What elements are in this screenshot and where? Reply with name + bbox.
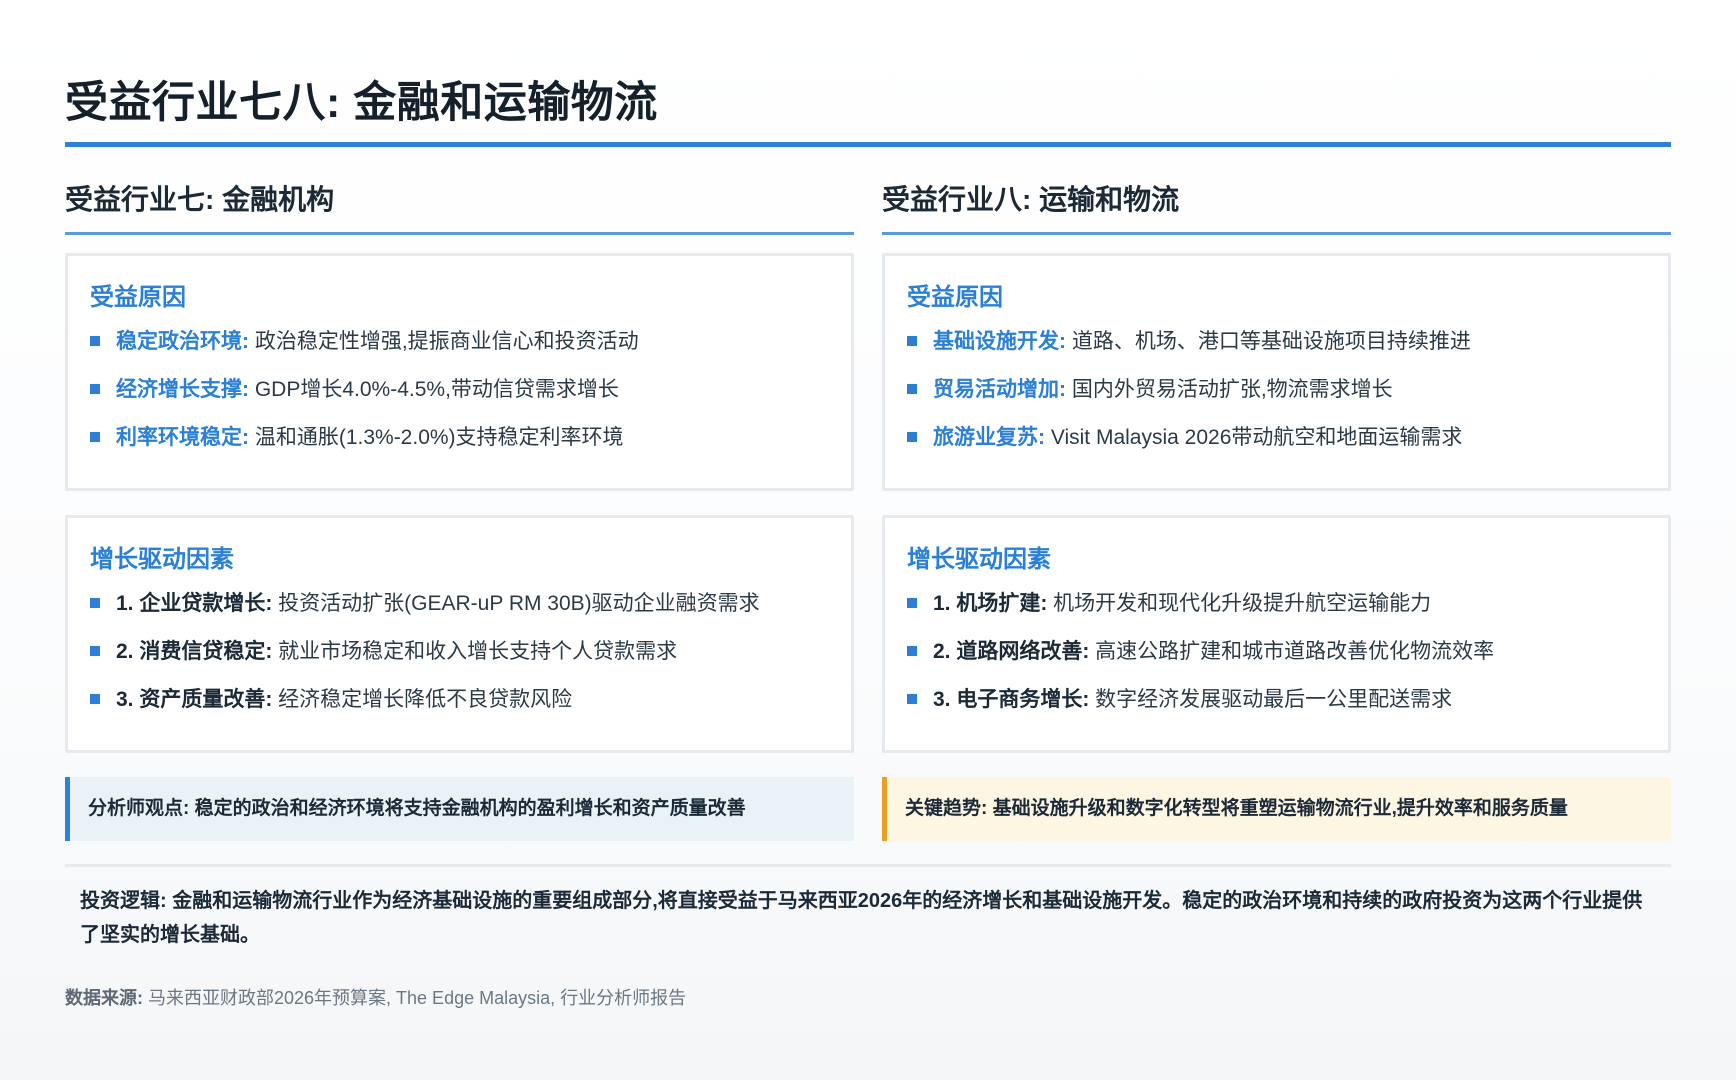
item-text: 政治稳定性增强,提振商业信心和投资活动: [249, 330, 639, 353]
item-key: 3. 电子商务增长:: [933, 688, 1090, 711]
left-reasons-list: 稳定政治环境: 政治稳定性增强,提振商业信心和投资活动 经济增长支撑: GDP增…: [90, 324, 829, 468]
data-source-label: 数据来源:: [65, 988, 143, 1008]
right-drivers-list: 1. 机场扩建: 机场开发和现代化升级提升航空运输能力 2. 道路网络改善: 高…: [907, 586, 1646, 730]
item-text: 温和通胀(1.3%-2.0%)支持稳定利率环境: [249, 426, 624, 449]
right-reasons-list: 基础设施开发: 道路、机场、港口等基础设施项目持续推进 贸易活动增加: 国内外贸…: [907, 324, 1646, 468]
item-text: 道路、机场、港口等基础设施项目持续推进: [1066, 330, 1471, 353]
list-item: 经济增长支撑: GDP增长4.0%-4.5%,带动信贷需求增长: [90, 372, 829, 420]
bullet-square-icon: [907, 336, 917, 346]
item-text: 国内外贸易活动扩张,物流需求增长: [1066, 378, 1393, 401]
key-trend-callout: 关键趋势: 基础设施升级和数字化转型将重塑运输物流行业,提升效率和服务质量: [882, 777, 1671, 841]
left-drivers-list: 1. 企业贷款增长: 投资活动扩张(GEAR-uP RM 30B)驱动企业融资需…: [90, 586, 829, 730]
analyst-view-callout: 分析师观点: 稳定的政治和经济环境将支持金融机构的盈利增长和资产质量改善: [65, 777, 854, 841]
bullet-square-icon: [90, 432, 100, 442]
right-column-heading: 受益行业八: 运输和物流: [882, 184, 1180, 215]
data-source: 数据来源: 马来西亚财政部2026年预算案, The Edge Malaysia…: [65, 984, 686, 1010]
right-drivers-title: 增长驱动因素: [907, 546, 1051, 573]
list-item: 1. 企业贷款增长: 投资活动扩张(GEAR-uP RM 30B)驱动企业融资需…: [90, 586, 829, 634]
data-source-text: 马来西亚财政部2026年预算案, The Edge Malaysia, 行业分析…: [143, 988, 687, 1008]
bullet-square-icon: [907, 694, 917, 704]
bullet-square-icon: [90, 694, 100, 704]
report-page: 受益行业七八: 金融和运输物流 受益行业七: 金融机构 受益原因 稳定政治环境:…: [0, 0, 1736, 1080]
page-title: 受益行业七八: 金融和运输物流: [65, 79, 658, 127]
bullet-square-icon: [907, 598, 917, 608]
left-column-rule: [65, 232, 854, 235]
item-key: 利率环境稳定:: [116, 426, 249, 449]
item-key: 贸易活动增加:: [933, 378, 1066, 401]
list-item: 稳定政治环境: 政治稳定性增强,提振商业信心和投资活动: [90, 324, 829, 372]
left-drivers-card: 增长驱动因素 1. 企业贷款增长: 投资活动扩张(GEAR-uP RM 30B)…: [65, 515, 854, 753]
item-key: 2. 道路网络改善:: [933, 640, 1090, 663]
item-key: 2. 消费信贷稳定:: [116, 640, 273, 663]
item-key: 1. 机场扩建:: [933, 592, 1048, 615]
bullet-square-icon: [907, 646, 917, 656]
bullet-square-icon: [90, 384, 100, 394]
list-item: 3. 电子商务增长: 数字经济发展驱动最后一公里配送需求: [907, 682, 1646, 730]
investment-logic: 投资逻辑: 金融和运输物流行业作为经济基础设施的重要组成部分,将直接受益于马来西…: [80, 890, 1643, 946]
item-key: 稳定政治环境:: [116, 330, 249, 353]
left-column-heading: 受益行业七: 金融机构: [65, 184, 335, 215]
item-text: 经济稳定增长降低不良贷款风险: [272, 688, 573, 711]
item-key: 基础设施开发:: [933, 330, 1066, 353]
list-item: 贸易活动增加: 国内外贸易活动扩张,物流需求增长: [907, 372, 1646, 420]
right-reasons-title: 受益原因: [907, 284, 1003, 311]
title-rule: [65, 142, 1671, 147]
bullet-square-icon: [907, 432, 917, 442]
list-item: 旅游业复苏: Visit Malaysia 2026带动航空和地面运输需求: [907, 420, 1646, 468]
right-column-rule: [882, 232, 1671, 235]
item-key: 旅游业复苏:: [933, 426, 1045, 449]
bullet-square-icon: [907, 384, 917, 394]
left-reasons-card: 受益原因 稳定政治环境: 政治稳定性增强,提振商业信心和投资活动 经济增长支撑:…: [65, 253, 854, 491]
bullet-square-icon: [90, 336, 100, 346]
item-key: 1. 企业贷款增长:: [116, 592, 273, 615]
bullet-square-icon: [90, 598, 100, 608]
item-text: Visit Malaysia 2026带动航空和地面运输需求: [1045, 426, 1463, 449]
item-key: 3. 资产质量改善:: [116, 688, 273, 711]
right-column: 受益行业八: 运输和物流 受益原因 基础设施开发: 道路、机场、港口等基础设施项…: [882, 180, 1671, 841]
left-column: 受益行业七: 金融机构 受益原因 稳定政治环境: 政治稳定性增强,提振商业信心和…: [65, 180, 854, 841]
list-item: 2. 道路网络改善: 高速公路扩建和城市道路改善优化物流效率: [907, 634, 1646, 682]
list-item: 基础设施开发: 道路、机场、港口等基础设施项目持续推进: [907, 324, 1646, 372]
left-drivers-title: 增长驱动因素: [90, 546, 234, 573]
item-text: 数字经济发展驱动最后一公里配送需求: [1089, 688, 1453, 711]
list-item: 2. 消费信贷稳定: 就业市场稳定和收入增长支持个人贷款需求: [90, 634, 829, 682]
right-drivers-card: 增长驱动因素 1. 机场扩建: 机场开发和现代化升级提升航空运输能力 2. 道路…: [882, 515, 1671, 753]
list-item: 3. 资产质量改善: 经济稳定增长降低不良贷款风险: [90, 682, 829, 730]
bullet-square-icon: [90, 646, 100, 656]
list-item: 1. 机场扩建: 机场开发和现代化升级提升航空运输能力: [907, 586, 1646, 634]
item-text: 就业市场稳定和收入增长支持个人贷款需求: [272, 640, 678, 663]
list-item: 利率环境稳定: 温和通胀(1.3%-2.0%)支持稳定利率环境: [90, 420, 829, 468]
item-text: 投资活动扩张(GEAR-uP RM 30B)驱动企业融资需求: [272, 592, 760, 615]
item-text: GDP增长4.0%-4.5%,带动信贷需求增长: [249, 378, 619, 401]
section-divider: [65, 864, 1671, 867]
item-text: 机场开发和现代化升级提升航空运输能力: [1047, 592, 1432, 615]
left-reasons-title: 受益原因: [90, 284, 186, 311]
item-text: 高速公路扩建和城市道路改善优化物流效率: [1089, 640, 1495, 663]
right-reasons-card: 受益原因 基础设施开发: 道路、机场、港口等基础设施项目持续推进 贸易活动增加:…: [882, 253, 1671, 491]
item-key: 经济增长支撑:: [116, 378, 249, 401]
